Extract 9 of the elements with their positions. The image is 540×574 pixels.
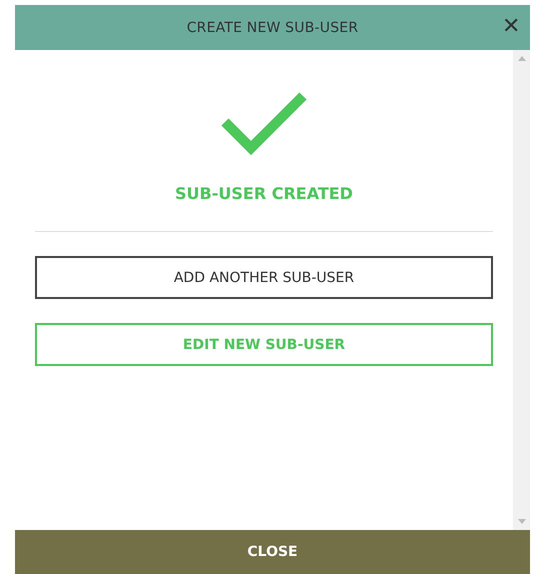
close-button[interactable]: ✕ — [498, 13, 524, 39]
checkmark-icon — [221, 92, 307, 156]
add-button[interactable]: ADD ANOTHER SUB-USER — [35, 256, 493, 299]
dialog-title: CREATE NEW SUB-USER — [186, 20, 358, 36]
scrollbar[interactable] — [513, 50, 530, 530]
close-footer-button[interactable]: CLOSE — [15, 530, 530, 574]
scroll-up-icon[interactable] — [518, 56, 526, 61]
success-message: SUB-USER CREATED — [175, 184, 353, 203]
scroll-down-icon[interactable] — [518, 519, 526, 524]
